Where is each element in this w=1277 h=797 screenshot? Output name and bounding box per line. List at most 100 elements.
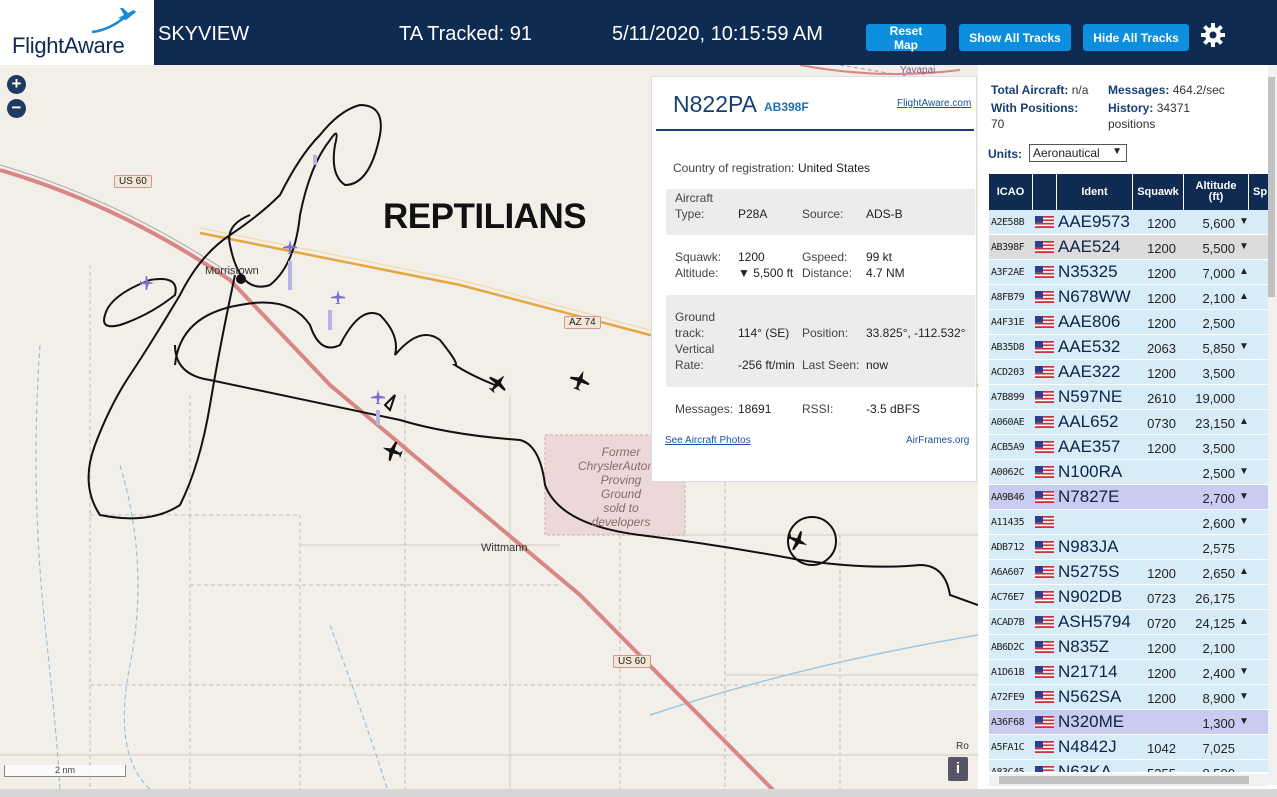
table-row[interactable]: ADB712 N983JA 2,575 bbox=[989, 535, 1268, 560]
table-row[interactable]: ACAD7B ASH5794 0720 24,125 ▲ bbox=[989, 610, 1268, 635]
cell-ident: N63KA bbox=[1058, 762, 1112, 772]
table-row[interactable]: A3F2AE N35325 1200 7,000 ▲ bbox=[989, 260, 1268, 285]
header-ident[interactable]: Ident bbox=[1057, 174, 1132, 210]
reset-map-button[interactable]: Reset Map bbox=[866, 24, 946, 52]
window-bottom-bar bbox=[0, 789, 1277, 797]
table-row[interactable]: A6A607 N5275S 1200 2,650 ▲ bbox=[989, 560, 1268, 585]
cell-ident: AAE322 bbox=[1058, 362, 1121, 381]
vertical-rate-label: Vertical bbox=[675, 342, 715, 356]
cell-ident: AAE532 bbox=[1058, 337, 1121, 356]
cell-ident: N597NE bbox=[1058, 387, 1123, 406]
cell-icao: AA9B46 bbox=[991, 492, 1025, 503]
table-row[interactable]: A83C45 N63KA 5355 8,500 bbox=[989, 760, 1268, 772]
cell-ident: AAE806 bbox=[1058, 312, 1121, 331]
table-row[interactable]: ACB5A9 AAE357 1200 3,500 bbox=[989, 435, 1268, 460]
aircraft-type-label: Type: bbox=[675, 207, 705, 221]
country-label: Country of registration: bbox=[673, 161, 795, 175]
table-row[interactable]: A36F68 N320ME 1,300 ▼ bbox=[989, 710, 1268, 735]
table-row[interactable]: AB35D8 AAE532 2063 5,850 ▼ bbox=[989, 335, 1268, 360]
cell-squawk: 1200 bbox=[1147, 241, 1176, 256]
us-flag-icon bbox=[1035, 641, 1054, 653]
us-flag-icon bbox=[1035, 441, 1054, 453]
cell-squawk: 0723 bbox=[1147, 591, 1176, 606]
aircraft-icao: AB398F bbox=[764, 100, 809, 114]
flightaware-logo[interactable]: FlightAware bbox=[0, 0, 154, 65]
gear-icon[interactable] bbox=[1200, 22, 1226, 48]
table-row[interactable]: A7B899 N597NE 2610 19,000 bbox=[989, 385, 1268, 410]
table-row[interactable]: A5FA1C N4842J 1042 7,025 bbox=[989, 735, 1268, 760]
cell-ident: N21714 bbox=[1058, 662, 1118, 681]
ground-track-label: Ground bbox=[675, 310, 716, 324]
cell-altitude: 5,850 bbox=[1202, 341, 1235, 356]
squawk-cell-bg bbox=[1133, 510, 1183, 534]
cell-squawk: 1200 bbox=[1147, 641, 1176, 656]
table-row[interactable]: AB6D2C N835Z 1200 2,100 bbox=[989, 635, 1268, 660]
hide-all-tracks-button[interactable]: Hide All Tracks bbox=[1083, 24, 1189, 51]
last-seen-value: now bbox=[866, 358, 889, 372]
table-row[interactable]: A060AE AAL652 0730 23,150 ▲ bbox=[989, 410, 1268, 435]
horizontal-scrollbar-thumb[interactable] bbox=[999, 776, 1249, 784]
cell-squawk: 1200 bbox=[1147, 266, 1176, 281]
show-all-tracks-button[interactable]: Show All Tracks bbox=[959, 24, 1071, 51]
zoom-in-button[interactable]: + bbox=[7, 75, 26, 94]
cell-squawk: 0730 bbox=[1147, 416, 1176, 431]
altitude-trend-icon: ▼ bbox=[1239, 716, 1249, 727]
scale-bar: 2 nm bbox=[4, 765, 126, 777]
altitude-trend-icon: ▲ bbox=[1239, 266, 1249, 277]
aircraft-type-label: Aircraft bbox=[675, 191, 714, 205]
header-flag[interactable] bbox=[1033, 174, 1056, 210]
cell-ident: N320ME bbox=[1058, 712, 1125, 731]
cell-squawk: 1200 bbox=[1147, 566, 1176, 581]
table-row[interactable]: AC76E7 N902DB 0723 26,175 bbox=[989, 585, 1268, 610]
aircraft-photos-link[interactable]: See Aircraft Photos bbox=[665, 435, 751, 446]
table-row[interactable]: A11435 2,600 ▼ bbox=[989, 510, 1268, 535]
cell-altitude: 2,500 bbox=[1202, 466, 1235, 481]
table-row[interactable]: A8FB79 N678WW 1200 2,100 ▲ bbox=[989, 285, 1268, 310]
cell-icao: A83C45 bbox=[991, 767, 1025, 772]
cell-icao: AB398F bbox=[991, 242, 1025, 253]
units-select[interactable]: Aeronautical ▼ bbox=[1029, 144, 1127, 162]
scrollbar-thumb[interactable] bbox=[1268, 77, 1275, 297]
table-row[interactable]: A4F31E AAE806 1200 2,500 bbox=[989, 310, 1268, 335]
cell-squawk: 1200 bbox=[1147, 691, 1176, 706]
distance-value: 4.7 NM bbox=[866, 266, 905, 280]
cell-icao: A060AE bbox=[991, 417, 1025, 428]
messages-stat: Messages: 464.2/sec bbox=[1108, 83, 1225, 97]
map-annotation: REPTILIANS bbox=[383, 197, 587, 236]
us-flag-icon bbox=[1035, 266, 1054, 278]
table-row[interactable]: A2E58B AAE9573 1200 5,600 ▼ bbox=[989, 210, 1268, 235]
cell-ident: N35325 bbox=[1058, 262, 1118, 281]
us-flag-icon bbox=[1035, 516, 1054, 528]
altitude-trend-icon: ▲ bbox=[1239, 566, 1249, 577]
us-flag-icon bbox=[1035, 691, 1054, 703]
plane-logo-icon bbox=[91, 8, 136, 34]
table-row[interactable]: A1D61B N21714 1200 2,400 ▼ bbox=[989, 660, 1268, 685]
header-squawk[interactable]: Squawk bbox=[1133, 174, 1183, 210]
table-row[interactable]: ACD203 AAE322 1200 3,500 bbox=[989, 360, 1268, 385]
cell-icao: A7B899 bbox=[991, 392, 1025, 403]
position-label: Position: bbox=[802, 326, 849, 340]
altitude-label: Altitude: bbox=[675, 266, 719, 280]
flightaware-link[interactable]: FlightAware.com bbox=[897, 98, 971, 109]
cell-altitude: 2,500 bbox=[1202, 316, 1235, 331]
cell-ident: N902DB bbox=[1058, 587, 1123, 606]
table-row[interactable]: AB398F AAE524 1200 5,500 ▼ bbox=[989, 235, 1268, 260]
road-shield-az74: AZ 74 bbox=[564, 316, 601, 329]
cell-icao: AB6D2C bbox=[991, 642, 1025, 653]
cell-squawk: 5355 bbox=[1133, 766, 1176, 772]
zoom-out-button[interactable]: − bbox=[7, 99, 26, 118]
us-flag-icon bbox=[1035, 416, 1054, 428]
attribution-button[interactable]: i bbox=[948, 757, 968, 781]
header-icao[interactable]: ICAO bbox=[989, 174, 1032, 210]
stat-value: 34371 bbox=[1156, 101, 1191, 115]
rssi-label: RSSI: bbox=[802, 402, 834, 416]
table-row[interactable]: A72FE9 N562SA 1200 8,900 ▼ bbox=[989, 685, 1268, 710]
table-horizontal-scrollbar[interactable] bbox=[989, 774, 1268, 786]
cell-ident: AAL652 bbox=[1058, 412, 1119, 431]
airframes-link[interactable]: AirFrames.org bbox=[906, 435, 969, 446]
panel-scrollbar[interactable] bbox=[1268, 65, 1277, 785]
header-altitude[interactable]: Altitude (ft) bbox=[1184, 174, 1248, 210]
table-row[interactable]: A0062C N100RA 2,500 ▼ bbox=[989, 460, 1268, 485]
header-speed[interactable]: Sp bbox=[1249, 174, 1268, 210]
table-row[interactable]: AA9B46 N7827E 2,700 ▼ bbox=[989, 485, 1268, 510]
